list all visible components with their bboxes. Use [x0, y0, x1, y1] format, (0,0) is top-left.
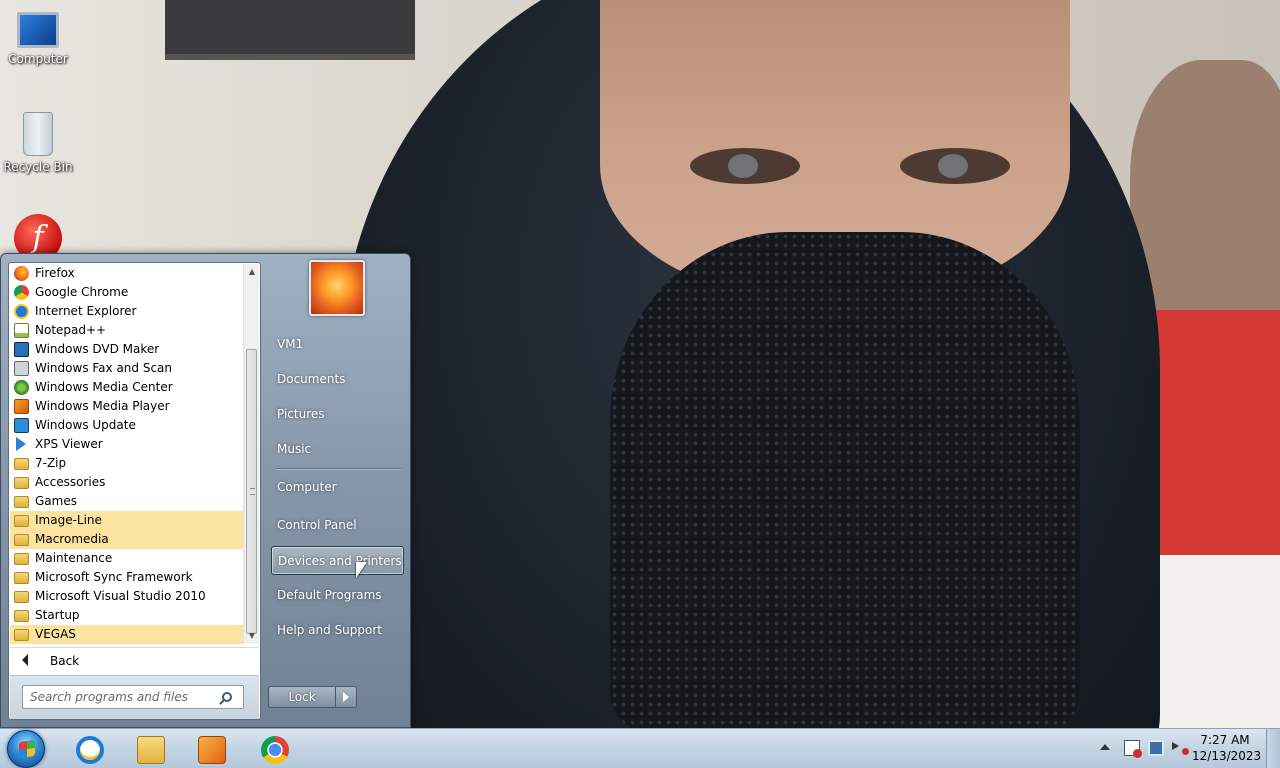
- desktop-icon-computer[interactable]: Computer: [0, 12, 76, 66]
- desktop-icon-label: Computer: [8, 52, 68, 66]
- clock-date: 12/13/2023: [1192, 749, 1262, 763]
- wallpaper-mask: [610, 232, 1080, 728]
- start-menu: Firefox Google Chrome Internet Explorer …: [0, 253, 411, 728]
- xps-viewer-icon: [16, 437, 26, 451]
- back-label: Back: [50, 654, 80, 668]
- scrollbar-grip-icon: [250, 488, 255, 495]
- lock-button[interactable]: Lock: [268, 686, 336, 708]
- program-item[interactable]: Windows Update: [10, 416, 243, 435]
- program-folder[interactable]: Image-Line: [10, 511, 243, 530]
- start-item-pictures[interactable]: Pictures: [271, 400, 404, 429]
- windows-logo-icon: [19, 739, 35, 759]
- wallpaper-eye-left: [690, 148, 800, 184]
- start-item-music[interactable]: Music: [271, 435, 404, 464]
- search-area: [10, 675, 259, 719]
- windows-update-icon: [14, 418, 29, 433]
- program-item[interactable]: Google Chrome: [10, 283, 243, 302]
- program-folder[interactable]: Games: [10, 492, 243, 511]
- folder-icon: [14, 572, 29, 584]
- program-folder[interactable]: Microsoft Visual Studio 2010: [10, 587, 243, 606]
- mouse-cursor-icon: [356, 562, 367, 578]
- back-arrow-icon: [22, 654, 28, 666]
- chrome-icon: [14, 285, 29, 300]
- firefox-icon: [14, 266, 29, 281]
- wallpaper-background-person: [1130, 60, 1280, 320]
- program-folder[interactable]: Accessories: [10, 473, 243, 492]
- scrollbar-thumb[interactable]: [246, 349, 257, 634]
- taskbar-internet-explorer[interactable]: [60, 731, 118, 767]
- program-folder[interactable]: VEGAS: [10, 625, 243, 644]
- folder-icon: [14, 629, 29, 641]
- folder-icon: [14, 553, 29, 565]
- search-input[interactable]: [22, 685, 244, 709]
- folder-icon: [14, 591, 29, 603]
- program-item[interactable]: Windows Media Center: [10, 378, 243, 397]
- internet-explorer-icon: [76, 736, 104, 764]
- show-desktop-button[interactable]: [1266, 729, 1280, 768]
- folder-icon: [14, 458, 29, 470]
- desktop-icon-recycle-bin[interactable]: Recycle Bin: [0, 112, 76, 174]
- computer-icon: [17, 12, 59, 48]
- clock-time: 7:27 AM: [1200, 733, 1250, 747]
- wallpaper-eye-right: [900, 148, 1010, 184]
- scroll-down-icon[interactable]: ▼: [244, 628, 260, 644]
- taskbar-google-chrome[interactable]: [245, 731, 303, 767]
- folder-icon: [14, 534, 29, 546]
- windows-media-player-icon: [198, 736, 226, 764]
- fax-scan-icon: [14, 361, 29, 376]
- internet-explorer-icon: [14, 304, 29, 319]
- show-hidden-icons-icon[interactable]: [1100, 744, 1110, 750]
- desktop-icon-label: Recycle Bin: [3, 160, 73, 174]
- start-item-computer[interactable]: Computer: [271, 473, 404, 502]
- program-item[interactable]: Windows Fax and Scan: [10, 359, 243, 378]
- google-chrome-icon: [261, 736, 289, 764]
- program-folder[interactable]: 7-Zip: [10, 454, 243, 473]
- media-center-icon: [14, 380, 29, 395]
- windows-explorer-icon: [137, 736, 165, 764]
- program-folder[interactable]: Startup: [10, 606, 243, 625]
- folder-icon: [14, 515, 29, 527]
- taskbar: 7:27 AM 12/13/2023: [0, 728, 1280, 768]
- wallpaper-picture-frame: [165, 0, 415, 60]
- program-folder[interactable]: Maintenance: [10, 549, 243, 568]
- back-button[interactable]: Back: [10, 647, 259, 673]
- dvd-maker-icon: [14, 342, 29, 357]
- start-item-vm1[interactable]: VM1: [271, 330, 404, 359]
- scroll-up-icon[interactable]: ▲: [244, 264, 260, 280]
- shutdown-options-arrow-icon[interactable]: [335, 686, 357, 708]
- network-icon[interactable]: [1148, 740, 1164, 756]
- system-clock[interactable]: 7:27 AM 12/13/2023: [1192, 732, 1262, 764]
- all-programs-list: Firefox Google Chrome Internet Explorer …: [10, 264, 243, 644]
- folder-icon: [14, 477, 29, 489]
- volume-muted-icon[interactable]: [1172, 742, 1189, 755]
- search-icon[interactable]: [222, 692, 232, 702]
- start-button[interactable]: [7, 730, 45, 768]
- user-picture[interactable]: [309, 260, 365, 316]
- notepad-plus-plus-icon: [14, 323, 29, 338]
- start-item-default-programs[interactable]: Default Programs: [271, 581, 404, 610]
- program-item[interactable]: XPS Viewer: [10, 435, 243, 454]
- program-item[interactable]: Internet Explorer: [10, 302, 243, 321]
- start-menu-programs-pane: Firefox Google Chrome Internet Explorer …: [8, 262, 261, 720]
- start-item-devices-and-printers[interactable]: Devices and Printers: [271, 546, 404, 575]
- start-menu-divider: [277, 468, 401, 469]
- taskbar-media-player[interactable]: [182, 731, 240, 767]
- folder-icon: [14, 610, 29, 622]
- program-folder[interactable]: Macromedia: [10, 530, 243, 549]
- folder-icon: [14, 496, 29, 508]
- recycle-bin-icon: [23, 112, 53, 156]
- start-item-control-panel[interactable]: Control Panel: [271, 511, 404, 540]
- program-item[interactable]: Notepad++: [10, 321, 243, 340]
- program-item[interactable]: Windows DVD Maker: [10, 340, 243, 359]
- program-item[interactable]: Firefox: [10, 264, 243, 283]
- start-item-documents[interactable]: Documents: [271, 365, 404, 394]
- programs-scrollbar[interactable]: ▲ ▼: [243, 264, 259, 644]
- program-item[interactable]: Windows Media Player: [10, 397, 243, 416]
- action-center-icon[interactable]: [1124, 740, 1142, 758]
- start-item-help-and-support[interactable]: Help and Support: [271, 616, 404, 645]
- program-folder[interactable]: Microsoft Sync Framework: [10, 568, 243, 587]
- media-player-icon: [14, 399, 29, 414]
- taskbar-windows-explorer[interactable]: [121, 731, 179, 767]
